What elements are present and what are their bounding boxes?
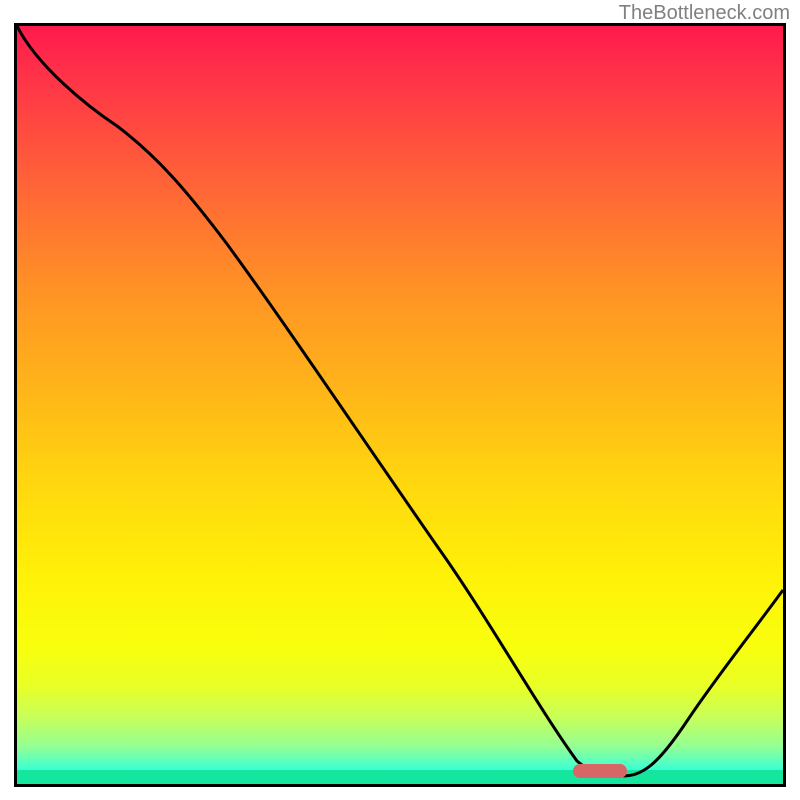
watermark-text: TheBottleneck.com [619,2,790,25]
curve-svg [17,26,783,784]
bottleneck-curve-path [17,26,783,776]
optimal-region-marker [573,764,627,778]
chart-container: TheBottleneck.com [0,0,800,800]
plot-area [14,23,786,787]
